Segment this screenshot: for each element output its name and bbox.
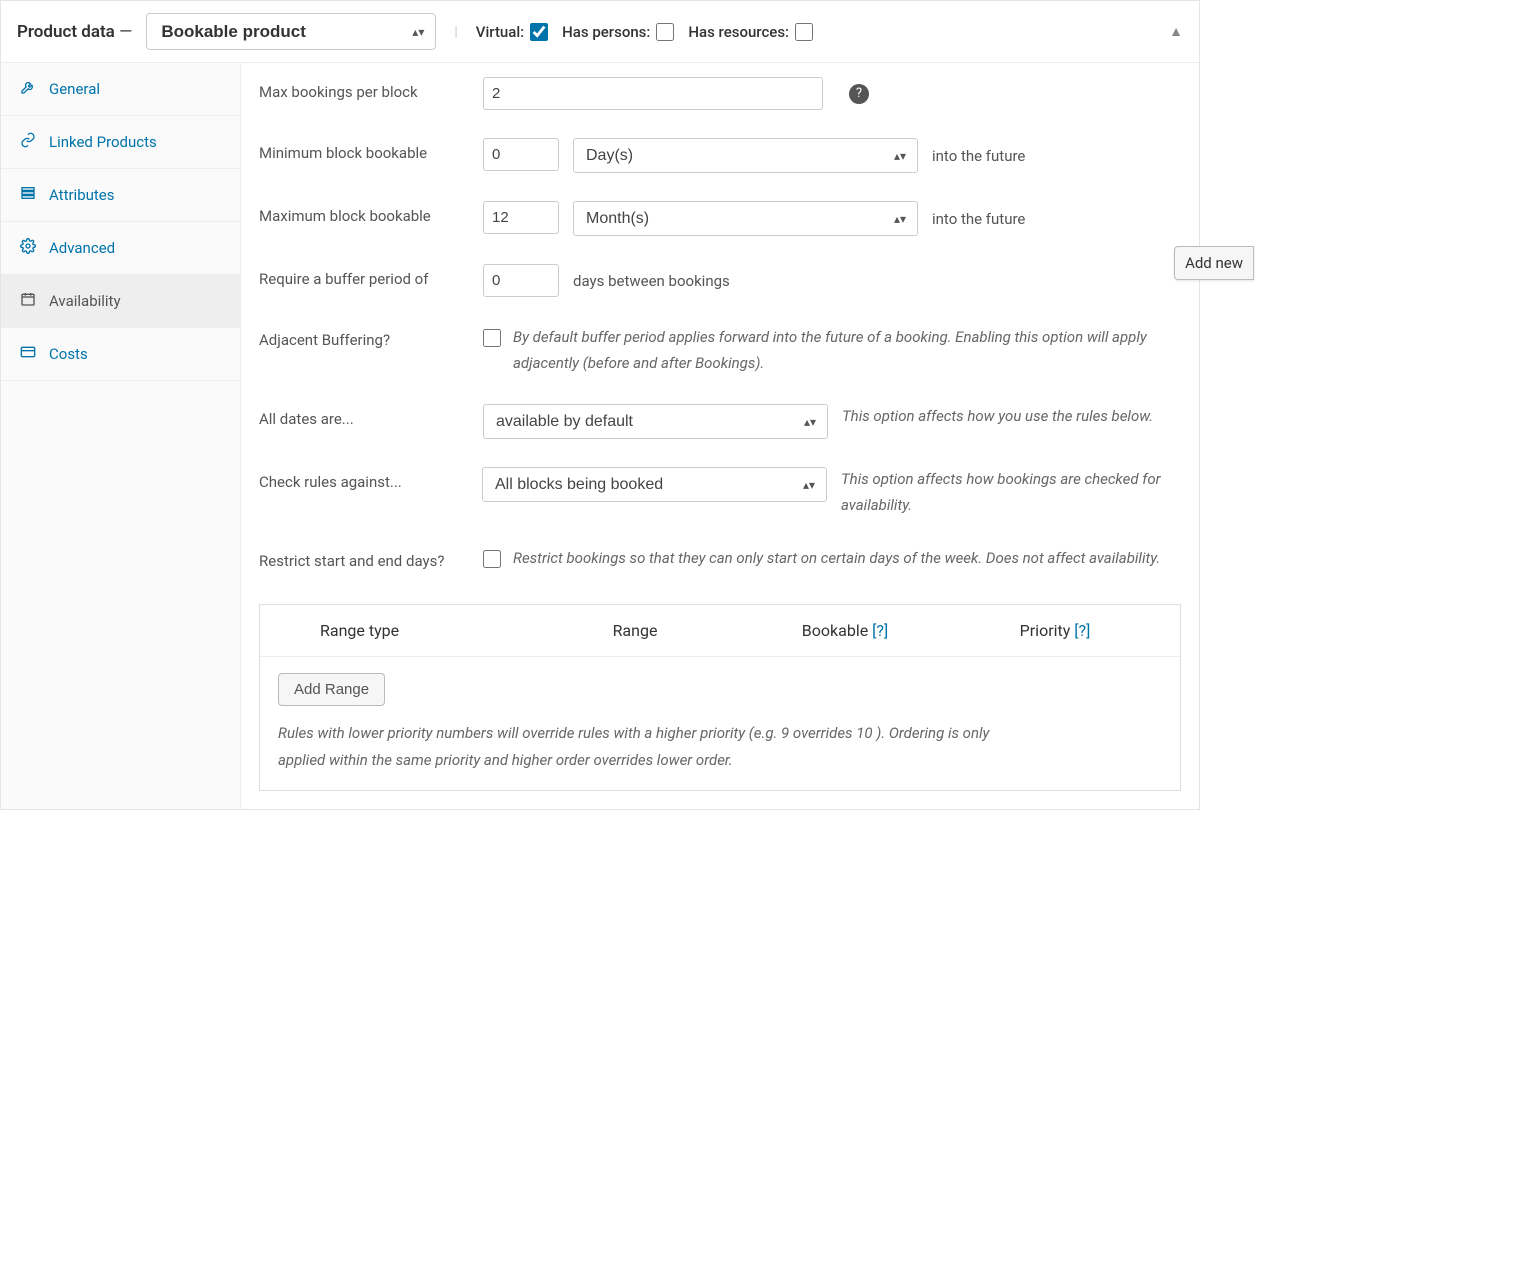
sidebar-item-label: Costs <box>49 345 88 363</box>
product-type-select[interactable]: Bookable product <box>146 13 436 50</box>
col-bookable-label: Bookable <box>802 621 868 640</box>
row-min-block: Minimum block bookable Day(s) ▴▾ into th… <box>241 124 1199 187</box>
check-rules-select[interactable]: All blocks being booked <box>482 467 827 502</box>
all-dates-label: All dates are... <box>259 404 469 428</box>
all-dates-select-wrap: available by default ▴▾ <box>483 404 828 439</box>
min-block-label: Minimum block bookable <box>259 138 469 162</box>
max-block-unit-wrap: Month(s) ▴▾ <box>573 201 918 236</box>
tab-attributes[interactable]: Attributes <box>1 169 240 221</box>
product-type-select-wrap: Bookable product ▴▾ <box>146 13 436 50</box>
tab-availability[interactable]: Availability <box>1 275 240 327</box>
sidebar-item-label: General <box>49 80 100 98</box>
row-restrict-days: Restrict start and end days? Restrict bo… <box>241 532 1199 586</box>
virtual-checkbox[interactable] <box>530 23 548 41</box>
panel-title: Product data — <box>17 22 132 42</box>
sidebar-item-attributes: Attributes <box>1 169 240 222</box>
panel-body: General Linked Products <box>1 63 1199 809</box>
col-range-type: Range type <box>280 621 530 640</box>
sidebar-item-linked: Linked Products <box>1 116 240 169</box>
adjacent-label: Adjacent Buffering? <box>259 325 469 349</box>
title-dash: — <box>119 22 132 42</box>
adjacent-desc: By default buffer period applies forward… <box>513 325 1153 376</box>
row-adjacent-buffering: Adjacent Buffering? By default buffer pe… <box>241 311 1199 390</box>
max-block-label: Maximum block bookable <box>259 201 469 225</box>
virtual-toggle[interactable]: Virtual: <box>476 23 548 41</box>
sidebar-item-label: Attributes <box>49 186 115 204</box>
rules-footer-note: Rules with lower priority numbers will o… <box>278 720 1018 774</box>
max-bookings-label: Max bookings per block <box>259 77 469 101</box>
add-new-button[interactable]: Add new <box>1174 246 1254 280</box>
sidebar-item-general: General <box>1 63 240 116</box>
sidebar-item-costs: Costs <box>1 328 240 381</box>
has-persons-toggle[interactable]: Has persons: <box>562 23 674 41</box>
panel-header: Product data — Bookable product ▴▾ | Vir… <box>1 1 1199 63</box>
check-rules-desc: This option affects how bookings are che… <box>841 467 1181 518</box>
min-block-unit-wrap: Day(s) ▴▾ <box>573 138 918 173</box>
col-bookable: Bookable [?] <box>740 621 950 640</box>
max-block-unit-select[interactable]: Month(s) <box>573 201 918 236</box>
tab-costs[interactable]: Costs <box>1 328 240 380</box>
restrict-desc: Restrict bookings so that they can only … <box>513 546 1160 572</box>
availability-rules-table: Range type Range Bookable [?] Priority [… <box>259 604 1181 791</box>
sidebar-item-availability: Availability <box>1 275 240 328</box>
settings-tabs-sidebar: General Linked Products <box>1 63 241 809</box>
col-priority-label: Priority <box>1020 621 1071 640</box>
add-range-button[interactable]: Add Range <box>278 673 385 706</box>
all-dates-desc: This option affects how you use the rule… <box>842 404 1153 430</box>
list-icon <box>19 185 37 205</box>
restrict-label: Restrict start and end days? <box>259 546 469 570</box>
check-rules-select-wrap: All blocks being booked ▴▾ <box>482 467 827 502</box>
collapse-toggle-icon[interactable]: ▲ <box>1169 23 1183 40</box>
table-footer: Add Range Rules with lower priority numb… <box>260 657 1180 790</box>
divider: | <box>450 24 461 40</box>
has-persons-label: Has persons: <box>562 23 650 41</box>
max-block-input[interactable] <box>483 201 559 234</box>
title-text: Product data <box>17 22 115 42</box>
sidebar-item-advanced: Advanced <box>1 222 240 275</box>
row-buffer: Require a buffer period of days between … <box>241 250 1199 311</box>
calendar-icon <box>19 291 37 311</box>
help-link-icon[interactable]: [?] <box>872 621 888 640</box>
col-range: Range <box>530 621 740 640</box>
check-rules-label: Check rules against... <box>259 467 468 491</box>
row-all-dates: All dates are... available by default ▴▾… <box>241 390 1199 453</box>
has-persons-checkbox[interactable] <box>656 23 674 41</box>
tab-linked-products[interactable]: Linked Products <box>1 116 240 168</box>
min-block-input[interactable] <box>483 138 559 171</box>
buffer-input[interactable] <box>483 264 559 297</box>
row-check-rules: Check rules against... All blocks being … <box>241 453 1199 532</box>
availability-settings: Max bookings per block ? Minimum block b… <box>241 63 1199 809</box>
min-block-suffix: into the future <box>932 147 1025 165</box>
sidebar-item-label: Advanced <box>49 239 115 257</box>
wrench-icon <box>19 79 37 99</box>
tab-general[interactable]: General <box>1 63 240 115</box>
restrict-checkbox[interactable] <box>483 550 501 568</box>
row-max-bookings: Max bookings per block ? <box>241 63 1199 124</box>
tab-advanced[interactable]: Advanced <box>1 222 240 274</box>
link-icon <box>19 132 37 152</box>
adjacent-checkbox[interactable] <box>483 329 501 347</box>
table-header-row: Range type Range Bookable [?] Priority [… <box>260 605 1180 657</box>
has-resources-toggle[interactable]: Has resources: <box>688 23 813 41</box>
all-dates-select[interactable]: available by default <box>483 404 828 439</box>
virtual-label: Virtual: <box>476 23 524 41</box>
has-resources-checkbox[interactable] <box>795 23 813 41</box>
help-link-icon[interactable]: [?] <box>1074 621 1090 640</box>
min-block-unit-select[interactable]: Day(s) <box>573 138 918 173</box>
sidebar-item-label: Linked Products <box>49 133 157 151</box>
max-bookings-input[interactable] <box>483 77 823 110</box>
has-resources-label: Has resources: <box>688 23 789 41</box>
help-icon[interactable]: ? <box>849 84 869 104</box>
col-priority: Priority [?] <box>950 621 1160 640</box>
gear-icon <box>19 238 37 258</box>
product-data-panel: Product data — Bookable product ▴▾ | Vir… <box>0 0 1200 810</box>
row-max-block: Maximum block bookable Month(s) ▴▾ into … <box>241 187 1199 250</box>
card-icon <box>19 344 37 364</box>
buffer-suffix: days between bookings <box>573 272 730 290</box>
max-block-suffix: into the future <box>932 210 1025 228</box>
buffer-label: Require a buffer period of <box>259 264 469 288</box>
sidebar-item-label: Availability <box>49 292 121 310</box>
